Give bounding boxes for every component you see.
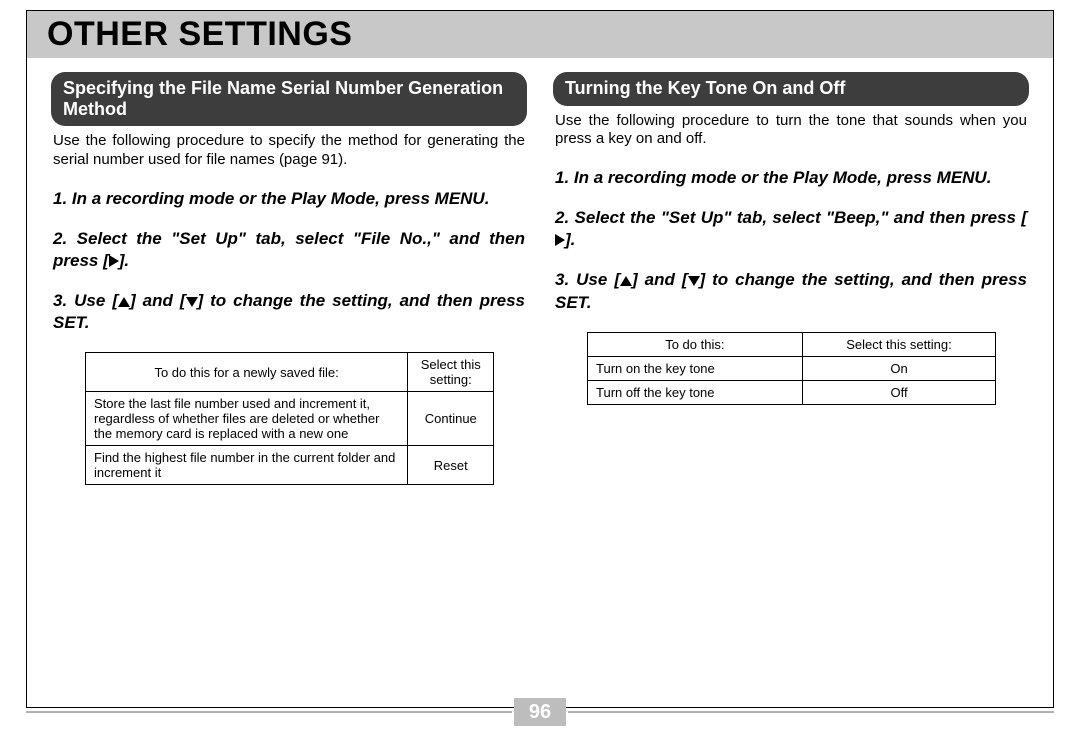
step-1: 1. In a recording mode or the Play Mode,… <box>53 188 525 210</box>
table-header: Select this setting: <box>802 332 996 356</box>
step-1: 1. In a recording mode or the Play Mode,… <box>555 167 1027 189</box>
steps-list: 1. In a recording mode or the Play Mode,… <box>53 188 525 334</box>
triangle-down-icon <box>186 297 198 307</box>
step-2: 2. Select the "Set Up" tab, select "Beep… <box>555 207 1027 251</box>
triangle-up-icon <box>620 276 632 286</box>
page-footer: 96 <box>26 698 1054 726</box>
triangle-down-icon <box>688 276 700 286</box>
table-cell-setting: Off <box>802 380 996 404</box>
step-text: 1. In a recording mode or the Play Mode,… <box>53 189 489 208</box>
content-columns: Specifying the File Name Serial Number G… <box>27 58 1053 707</box>
options-table: To do this: Select this setting: Turn on… <box>587 332 996 405</box>
column-right: Turning the Key Tone On and Off Use the … <box>553 72 1029 707</box>
table-header-row: To do this: Select this setting: <box>588 332 996 356</box>
table-row: Turn on the key tone On <box>588 356 996 380</box>
table-cell-setting: Continue <box>408 392 494 446</box>
section-heading-key-tone: Turning the Key Tone On and Off <box>553 72 1029 106</box>
options-table: To do this for a newly saved file: Selec… <box>85 352 494 485</box>
step-2: 2. Select the "Set Up" tab, select "File… <box>53 228 525 272</box>
step-text-a: 3. Use [ <box>53 291 118 310</box>
steps-list: 1. In a recording mode or the Play Mode,… <box>555 167 1027 313</box>
section-heading-file-number: Specifying the File Name Serial Number G… <box>51 72 527 126</box>
table-header: To do this: <box>588 332 803 356</box>
triangle-right-icon <box>109 255 119 267</box>
table-row: Turn off the key tone Off <box>588 380 996 404</box>
step-text-a: 2. Select the "Set Up" tab, select "Beep… <box>555 208 1027 227</box>
page-frame: OTHER SETTINGS Specifying the File Name … <box>26 10 1054 708</box>
step-text-b: ] and [ <box>632 270 688 289</box>
column-left: Specifying the File Name Serial Number G… <box>51 72 527 707</box>
table-cell-desc: Store the last file number used and incr… <box>86 392 408 446</box>
table-row: Store the last file number used and incr… <box>86 392 494 446</box>
table-cell-desc: Turn on the key tone <box>588 356 803 380</box>
page-title: OTHER SETTINGS <box>47 15 1033 54</box>
table-cell-desc: Find the highest file number in the curr… <box>86 446 408 485</box>
step-text: 1. In a recording mode or the Play Mode,… <box>555 168 991 187</box>
page-title-bar: OTHER SETTINGS <box>27 11 1053 58</box>
step-3: 3. Use [] and [] to change the setting, … <box>555 269 1027 313</box>
intro-text: Use the following procedure to specify t… <box>53 132 525 170</box>
step-text-b: ]. <box>119 251 129 270</box>
intro-text: Use the following procedure to turn the … <box>555 112 1027 150</box>
table-cell-desc: Turn off the key tone <box>588 380 803 404</box>
step-text-b: ]. <box>565 230 575 249</box>
triangle-up-icon <box>118 297 130 307</box>
page-number: 96 <box>514 698 566 726</box>
table-cell-setting: Reset <box>408 446 494 485</box>
step-text-a: 3. Use [ <box>555 270 620 289</box>
step-3: 3. Use [] and [] to change the setting, … <box>53 290 525 334</box>
table-header: To do this for a newly saved file: <box>86 353 408 392</box>
footer-rule <box>568 711 1054 713</box>
table-header-row: To do this for a newly saved file: Selec… <box>86 353 494 392</box>
step-text-b: ] and [ <box>130 291 186 310</box>
table-row: Find the highest file number in the curr… <box>86 446 494 485</box>
table-cell-setting: On <box>802 356 996 380</box>
triangle-right-icon <box>555 234 565 246</box>
table-header: Select this setting: <box>408 353 494 392</box>
footer-rule <box>26 711 512 713</box>
